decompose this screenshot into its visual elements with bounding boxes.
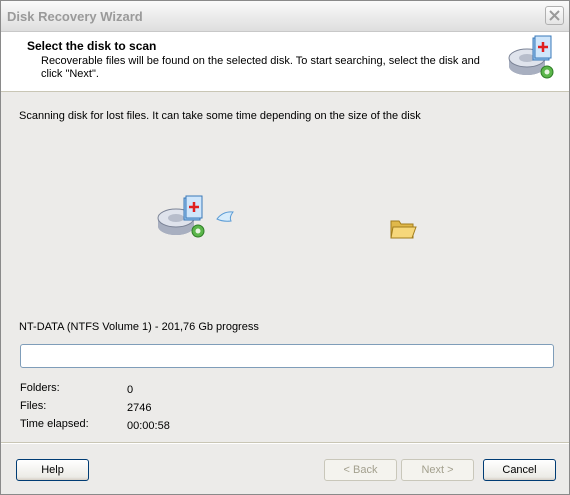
scan-message: Scanning disk for lost files. It can tak… <box>19 110 421 122</box>
close-button[interactable] <box>545 6 564 25</box>
back-button[interactable]: < Back <box>324 459 397 481</box>
next-button[interactable]: Next > <box>401 459 474 481</box>
time-elapsed-label: Time elapsed: <box>20 418 89 430</box>
time-elapsed-value: 00:00:58 <box>127 420 170 432</box>
window-title: Disk Recovery Wizard <box>7 9 143 24</box>
wizard-header: Select the disk to scan Recoverable file… <box>1 32 569 92</box>
disk-wizard-icon <box>508 35 554 79</box>
header-description: Recoverable files will be found on the s… <box>41 55 480 80</box>
folder-icon <box>390 220 417 239</box>
scan-content: Scanning disk for lost files. It can tak… <box>1 92 569 442</box>
files-label: Files: <box>20 400 47 412</box>
scan-progress-bar <box>20 344 554 368</box>
cancel-button[interactable]: Cancel <box>483 459 556 481</box>
file-icon <box>216 211 234 222</box>
title-bar[interactable]: Disk Recovery Wizard <box>1 1 569 32</box>
folders-value: 0 <box>127 384 134 396</box>
progress-label: NT-DATA (NTFS Volume 1) - 201,76 Gb prog… <box>19 321 259 333</box>
close-icon <box>549 10 560 21</box>
scanning-disk-icon <box>157 195 205 238</box>
files-value: 2746 <box>127 402 152 414</box>
wizard-footer: Help < Back Next > Cancel <box>1 444 569 494</box>
help-button[interactable]: Help <box>16 459 89 481</box>
folders-label: Folders: <box>20 382 60 394</box>
disk-recovery-wizard-window: Disk Recovery Wizard Select the disk to … <box>0 0 570 495</box>
header-title: Select the disk to scan <box>27 39 157 53</box>
